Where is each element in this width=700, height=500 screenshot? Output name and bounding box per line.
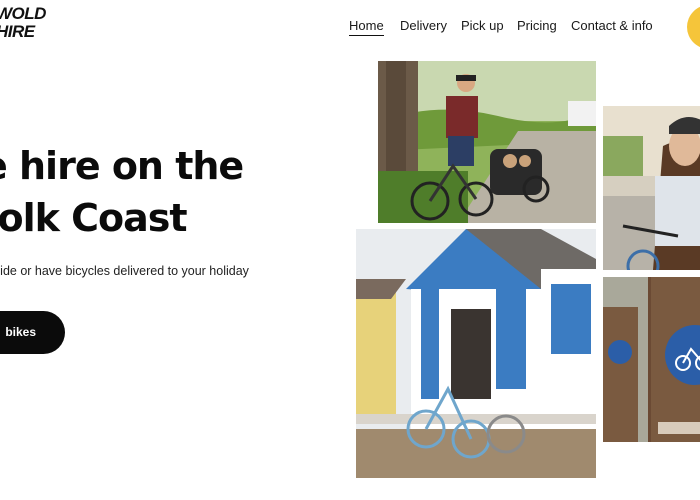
nav-home[interactable]: Home (349, 18, 384, 36)
nav-contact-info[interactable]: Contact & info (571, 18, 653, 33)
site-logo[interactable]: WOLD HIRE (0, 2, 66, 44)
logo-line-2: HIRE (0, 22, 35, 41)
hire-bikes-button[interactable]: bikes (0, 311, 65, 354)
hero-subtitle: ride or have bicycles delivered to your … (0, 264, 249, 278)
logo-line-1: WOLD (0, 4, 46, 23)
photo-beach-huts-bikes (356, 229, 596, 478)
nav-delivery[interactable]: Delivery (400, 18, 447, 33)
hero-title: e hire on the folk Coast (0, 140, 244, 244)
photo-cycle-route-sign (603, 277, 700, 442)
hero-title-line-2: folk Coast (0, 196, 188, 240)
photo-woman-cyclist (603, 106, 700, 270)
photo-cyclist-with-trailer (378, 61, 596, 223)
nav-pick-up[interactable]: Pick up (461, 18, 504, 33)
menu-toggle-button[interactable] (687, 5, 700, 49)
nav-pricing[interactable]: Pricing (517, 18, 557, 33)
hero-title-line-1: e hire on the (0, 144, 244, 188)
